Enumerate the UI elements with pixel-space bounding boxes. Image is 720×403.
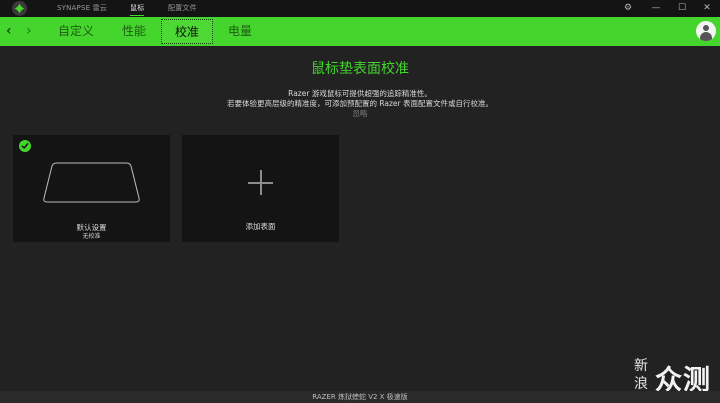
avatar[interactable] xyxy=(696,21,716,41)
tab-power[interactable]: 电量 xyxy=(220,19,260,44)
forward-arrow-icon[interactable]: › xyxy=(26,17,32,46)
surface-card-default[interactable]: 默认设置 无校准 xyxy=(13,135,170,242)
add-surface-card[interactable]: 添加表面 xyxy=(182,135,339,242)
tab-mouse[interactable]: 鼠标 xyxy=(130,0,145,17)
back-arrow-icon[interactable]: ‹ xyxy=(6,17,12,46)
nav-bar: ‹ › 自定义 性能 校准 电量 xyxy=(0,17,720,46)
razer-logo-icon xyxy=(12,1,27,16)
ignore-link[interactable]: 忽略 xyxy=(0,108,720,119)
tab-customize[interactable]: 自定义 xyxy=(52,19,100,44)
avatar-head-icon xyxy=(703,25,709,31)
card-sublabel: 无校准 xyxy=(82,233,101,240)
plus-icon-vertical xyxy=(259,170,262,195)
minimize-button[interactable]: — xyxy=(647,0,665,17)
tab-profiles[interactable]: 配置文件 xyxy=(168,0,197,17)
gear-icon[interactable]: ⚙ xyxy=(619,0,637,17)
maximize-button[interactable]: ☐ xyxy=(673,0,691,17)
device-footer: RAZER 炼狱蝰蛇 V2 X 极速版 xyxy=(0,391,720,403)
watermark-mark-top: 新 xyxy=(634,358,648,374)
page-title: 鼠标垫表面校准 xyxy=(311,61,409,77)
avatar-body-icon xyxy=(700,32,712,41)
watermark-mark: 新 浪 xyxy=(631,357,651,393)
tab-calibration[interactable]: 校准 xyxy=(161,19,213,44)
tab-performance[interactable]: 性能 xyxy=(114,19,154,44)
close-button[interactable]: ✕ xyxy=(698,0,716,17)
title-bar: SYNAPSE 雷云 鼠标 配置文件 ⚙ — ☐ ✕ xyxy=(0,0,720,17)
card-label: 添加表面 xyxy=(245,222,276,231)
tab-synapse[interactable]: SYNAPSE 雷云 xyxy=(57,0,107,17)
